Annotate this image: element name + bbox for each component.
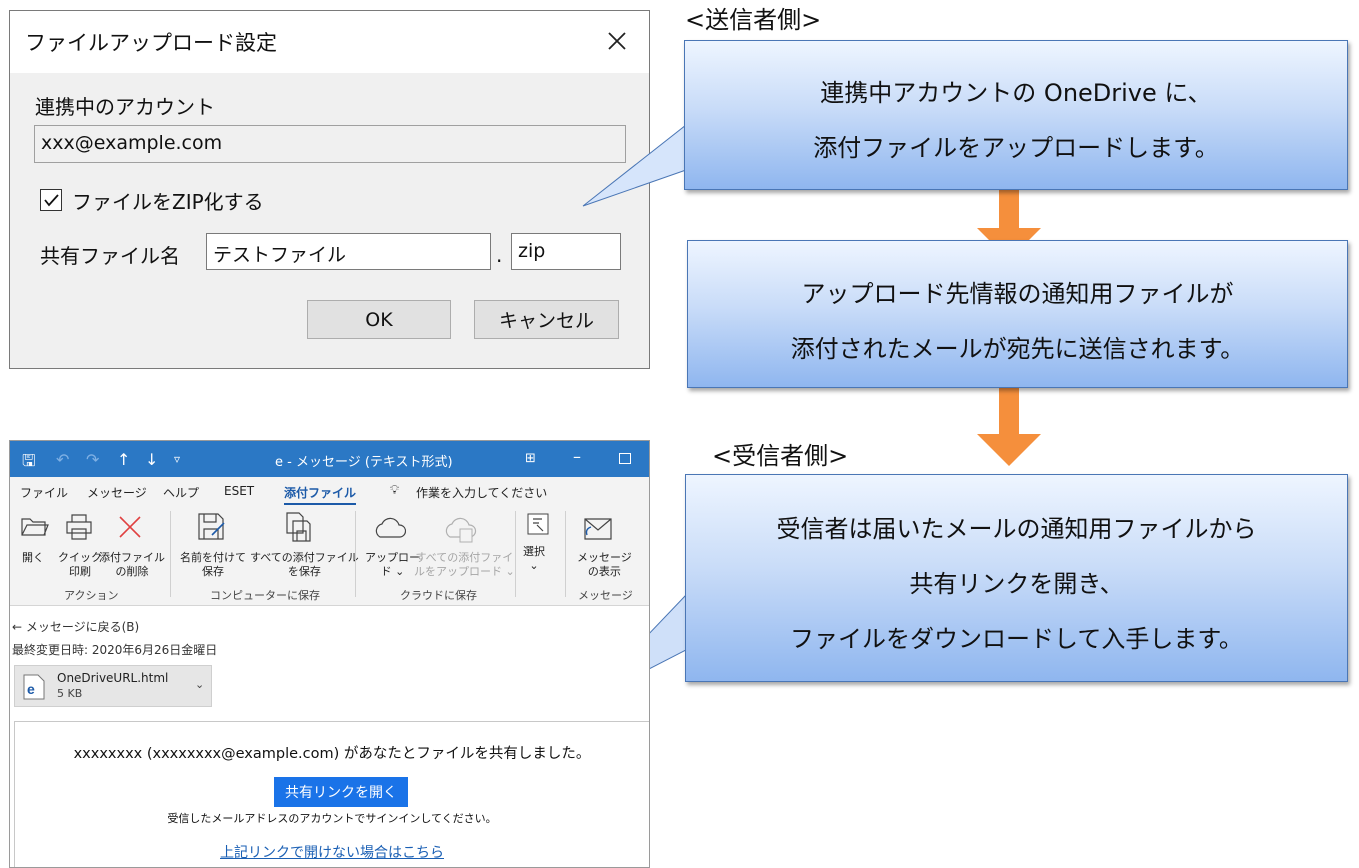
menu-bar: ファイル メッセージ ヘルプ ESET 添付ファイル 💡︎ 作業を入力してくださ… — [10, 477, 649, 505]
delete-x-icon[interactable] — [116, 513, 144, 541]
callout-text-line: ファイルをダウンロードして入手します。 — [790, 625, 1243, 653]
redo-icon[interactable]: ↷ — [86, 450, 99, 469]
printer-icon[interactable] — [64, 513, 94, 541]
open-folder-icon[interactable] — [20, 513, 50, 539]
callout-text-line: 添付ファイルをアップロードします。 — [813, 134, 1219, 162]
undo-icon[interactable]: ↶ — [56, 450, 69, 469]
window-title: e - メッセージ (テキスト形式) — [275, 455, 453, 470]
menu-help[interactable]: ヘルプ — [163, 484, 199, 501]
open-share-link-button[interactable]: 共有リンクを開く — [274, 777, 408, 807]
outlook-message-window: 🖫 ↶ ↷ ↑ ↓ ▿ e - メッセージ (テキスト形式) ⊞ – ファイル … — [9, 440, 650, 868]
up-arrow-icon[interactable]: ↑ — [117, 450, 130, 469]
ribbon-separator — [565, 511, 566, 597]
envelope-icon[interactable] — [583, 517, 613, 541]
attachment-size: 5 KB — [57, 687, 83, 700]
chevron-down-icon[interactable]: ⌄ — [195, 678, 204, 691]
select-label[interactable]: 選択 ⌄ — [523, 545, 545, 573]
down-arrow-icon[interactable]: ↓ — [145, 450, 158, 469]
remove-attachment-label[interactable]: 添付ファイル の削除 — [99, 551, 165, 579]
receiver-callout: 受信者は届いたメールの通知用ファイルから 共有リンクを開き、 ファイルをダウンロ… — [685, 474, 1348, 682]
menu-message[interactable]: メッセージ — [87, 484, 147, 501]
sender-callout: 連携中アカウントの OneDrive に、 添付ファイルをアップロードします。 — [684, 40, 1348, 190]
upload-all-label: すべての添付ファイ ルをアップロード ⌄ — [414, 551, 515, 578]
back-to-message-link[interactable]: ← メッセージに戻る(B) — [12, 618, 139, 635]
attachment-chip[interactable]: e OneDriveURL.html 5 KB ⌄ — [14, 665, 212, 707]
ribbon-separator — [515, 511, 516, 597]
minimize-icon[interactable]: – — [573, 447, 581, 466]
select-icon[interactable] — [527, 513, 549, 535]
callout-text-line: 受信者は届いたメールの通知用ファイルから — [776, 515, 1257, 543]
quick-print-label[interactable]: クイック 印刷 — [58, 551, 102, 579]
menu-attachment[interactable]: 添付ファイル — [284, 484, 357, 505]
ribbon: 開く クイック 印刷 添付ファイル の削除 アクション 名前を付けて 保存 すべての添… — [10, 505, 649, 606]
group-message: メッセージ — [578, 589, 633, 602]
cloud-upload-icon[interactable] — [372, 515, 406, 541]
signin-instruction: 受信したメールアドレスのアカウントでサインインしてください。 — [167, 812, 497, 825]
save-as-label[interactable]: 名前を付けて 保存 — [180, 551, 246, 579]
shared-notice: xxxxxxxx (xxxxxxxx@example.com) があなたとファイ… — [73, 746, 591, 762]
group-save-computer: コンピューターに保存 — [210, 589, 320, 602]
sender-callout-pointer — [582, 123, 687, 207]
callout-text-line: 共有リンクを開き、 — [909, 570, 1124, 598]
group-action: アクション — [64, 589, 119, 602]
ribbon-display-icon[interactable]: ⊞ — [525, 451, 536, 466]
svg-text:e: e — [27, 681, 35, 697]
edge-file-icon: e — [23, 674, 45, 700]
callout-text-line: アップロード先情報の通知用ファイルが — [801, 280, 1234, 308]
modified-date: 最終変更日時: 2020年6月26日金曜日 — [12, 643, 218, 657]
group-cloud: クラウドに保存 — [400, 589, 477, 602]
upload-label[interactable]: アップロード ⌄ — [365, 551, 420, 579]
save-as-icon[interactable] — [196, 511, 226, 543]
down-arrow-icon — [977, 388, 1041, 466]
outlook-titlebar: 🖫 ↶ ↷ ↑ ↓ ▿ e - メッセージ (テキスト形式) ⊞ – — [10, 441, 649, 477]
open-label[interactable]: 開く — [22, 551, 44, 565]
fallback-link[interactable]: 上記リンクで開けない場合はこちら — [15, 842, 649, 862]
attachment-name: OneDriveURL.html — [57, 671, 169, 685]
show-message-label[interactable]: メッセージ の表示 — [577, 551, 632, 579]
callout-text-line: 連携中アカウントの OneDrive に、 — [820, 79, 1212, 107]
ribbon-separator — [355, 511, 356, 597]
callout-text-line: 添付されたメールが宛先に送信されます。 — [790, 335, 1245, 363]
customize-qat-icon[interactable]: ▿ — [174, 452, 180, 466]
save-all-icon[interactable] — [284, 511, 312, 543]
middle-callout: アップロード先情報の通知用ファイルが 添付されたメールが宛先に送信されます。 — [687, 240, 1348, 388]
menu-eset[interactable]: ESET — [224, 484, 254, 498]
message-body: xxxxxxxx (xxxxxxxx@example.com) があなたとファイ… — [14, 721, 649, 867]
cloud-upload-all-icon — [445, 517, 477, 543]
save-all-label[interactable]: すべての添付ファイル を保存 — [250, 551, 359, 579]
ribbon-separator — [170, 511, 171, 597]
tell-me-search[interactable]: 作業を入力してください — [416, 484, 547, 501]
menu-file[interactable]: ファイル — [20, 484, 68, 501]
save-icon[interactable]: 🖫 — [22, 450, 36, 477]
lightbulb-icon: 💡︎ — [390, 483, 400, 498]
maximize-icon[interactable] — [619, 453, 631, 464]
